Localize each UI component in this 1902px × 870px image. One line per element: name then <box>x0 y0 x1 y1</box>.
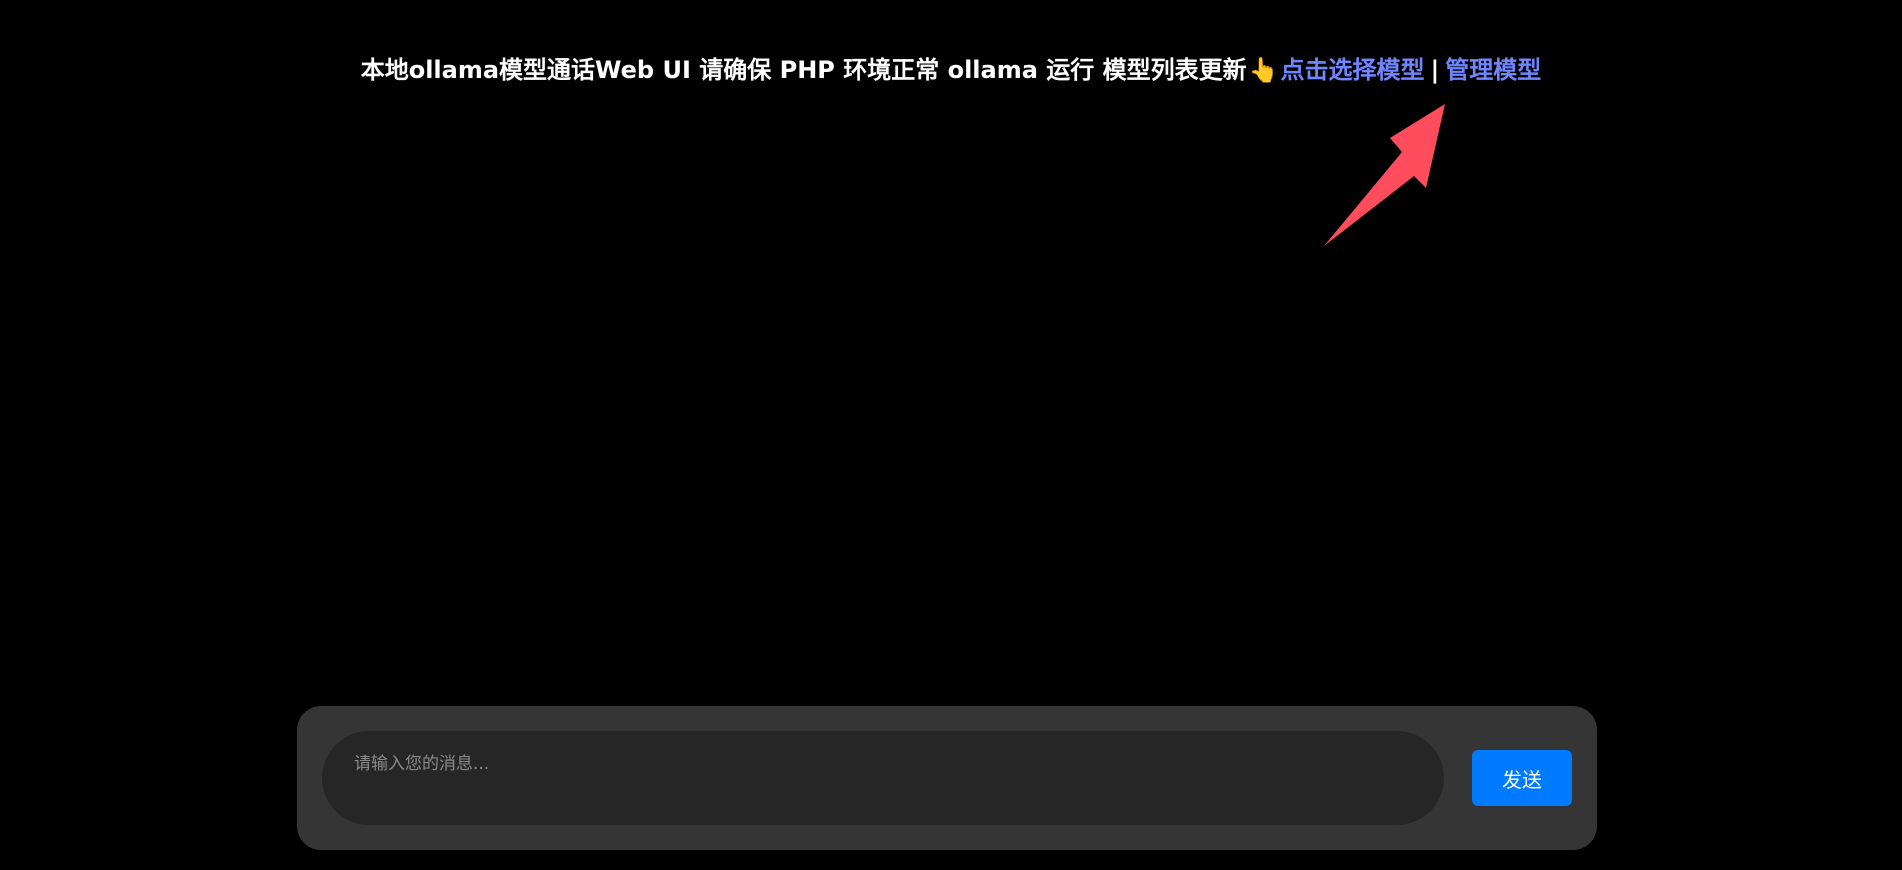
header-intro-text: 本地ollama模型通话Web UI 请确保 PHP 环境正常 ollama 运… <box>360 56 1247 84</box>
manage-model-link[interactable]: 管理模型 <box>1445 56 1541 84</box>
link-separator: | <box>1430 56 1440 84</box>
pointing-up-hand-icon: 👆 <box>1248 56 1279 84</box>
message-input[interactable] <box>322 731 1444 825</box>
select-model-link[interactable]: 点击选择模型 <box>1281 56 1425 84</box>
arrow-annotation-icon <box>1324 104 1445 246</box>
page: 本地ollama模型通话Web UI 请确保 PHP 环境正常 ollama 运… <box>0 0 1902 870</box>
send-button[interactable]: 发送 <box>1472 750 1572 806</box>
message-composer: 发送 <box>297 706 1597 850</box>
header-bar: 本地ollama模型通话Web UI 请确保 PHP 环境正常 ollama 运… <box>0 52 1902 88</box>
